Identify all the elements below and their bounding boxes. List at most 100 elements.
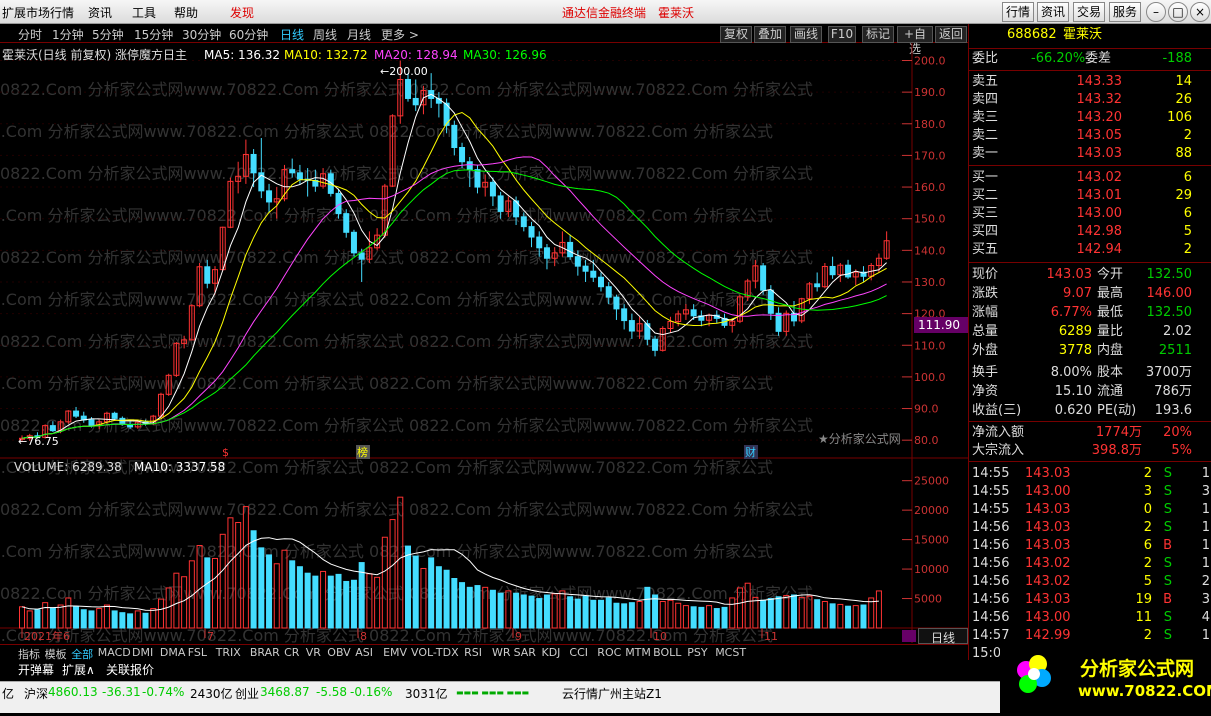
- period-60min[interactable]: 60分钟: [229, 26, 268, 43]
- stat-label: 今开: [1097, 267, 1124, 282]
- indicator-tab-vol-tdx[interactable]: VOL-TDX: [411, 646, 459, 659]
- indicator-tab-vr[interactable]: VR: [306, 646, 321, 659]
- stat-label: PE(动): [1097, 403, 1137, 418]
- indicator-tab-asi[interactable]: ASI: [355, 646, 373, 659]
- menu-tools[interactable]: 工具: [132, 4, 156, 21]
- volume-bar: [88, 610, 95, 629]
- indicator-tab-boll[interactable]: BOLL: [653, 646, 681, 659]
- indicator-tab-mcst[interactable]: MCST: [715, 646, 746, 659]
- back-button[interactable]: 返回: [935, 26, 967, 43]
- indicator-tab-psy[interactable]: PSY: [687, 646, 707, 659]
- watermark-text: 0822.Com 分析家公式网www.70822.Com 分析家公式 0822.…: [0, 164, 813, 183]
- stat-label: 收益(三): [972, 403, 1022, 418]
- mark-button[interactable]: 标记: [862, 26, 894, 43]
- period-1min[interactable]: 1分钟: [52, 26, 84, 43]
- candle-body: [845, 264, 852, 278]
- ask-price: 143.03: [1076, 146, 1123, 161]
- add-watchlist-button[interactable]: +自选: [897, 26, 933, 56]
- period-5min[interactable]: 5分钟: [92, 26, 124, 43]
- trade-button[interactable]: 交易: [1073, 2, 1105, 22]
- volume-bar: [821, 600, 828, 629]
- indicator-tab-wr[interactable]: WR: [492, 646, 511, 659]
- overlay-button[interactable]: 叠加: [754, 26, 786, 43]
- service-button[interactable]: 服务: [1109, 2, 1141, 22]
- volume-bar: [760, 599, 767, 629]
- menu-help[interactable]: 帮助: [174, 4, 198, 21]
- indicator-tab-mtm[interactable]: MTM: [625, 646, 651, 659]
- volume-bar: [443, 569, 450, 629]
- volume-bar: [652, 594, 659, 629]
- indicator-tab-cr[interactable]: CR: [284, 646, 299, 659]
- news-button[interactable]: 资讯: [1037, 2, 1069, 22]
- candle-body: [628, 320, 635, 332]
- indicator-tab-brar[interactable]: BRAR: [250, 646, 280, 659]
- flow-value: 398.8万: [1091, 443, 1142, 458]
- kline-chart[interactable]: 0822.Com 分析家公式网www.70822.Com 分析家公式 0822.…: [0, 43, 968, 643]
- volume-bar: [497, 592, 504, 629]
- indicator-tab-emv[interactable]: EMV: [383, 646, 407, 659]
- volume-bar: [628, 602, 635, 629]
- candle-body: [266, 190, 273, 203]
- volume-bar: [814, 599, 821, 629]
- tick-side: S: [1163, 484, 1172, 499]
- ask-price: 143.32: [1076, 92, 1123, 107]
- volume-bar: [845, 605, 852, 629]
- indicator-tab-fsl[interactable]: FSL: [188, 646, 207, 659]
- indicator-tab-kdj[interactable]: KDJ: [542, 646, 561, 659]
- indicator-tab-roc[interactable]: ROC: [597, 646, 621, 659]
- period-30min[interactable]: 30分钟: [182, 26, 221, 43]
- tick-side: S: [1163, 466, 1172, 481]
- menu-discover[interactable]: 发现: [230, 4, 254, 21]
- f10-button[interactable]: F10: [828, 26, 856, 43]
- close-icon[interactable]: ×: [1190, 2, 1210, 22]
- indicator-tab-rsi[interactable]: RSI: [464, 646, 482, 659]
- ask-volume: 88: [1175, 146, 1192, 161]
- period-minute-chart[interactable]: 分时: [18, 26, 42, 43]
- stat-value: 3778: [1058, 343, 1092, 358]
- ask-price: 143.20: [1076, 110, 1123, 125]
- extend-tab[interactable]: 扩展∧: [62, 661, 95, 678]
- barrage-tab[interactable]: 开弹幕: [18, 661, 54, 678]
- indicator-tab-dmi[interactable]: DMI: [132, 646, 153, 659]
- volume-bar: [675, 602, 682, 629]
- tick-time: 14:55: [972, 484, 1010, 499]
- draw-line-button[interactable]: 画线: [790, 26, 822, 43]
- indicator-tab-obv[interactable]: OBV: [327, 646, 350, 659]
- volume-bar: [536, 598, 543, 629]
- stat-value: 143.03: [1046, 267, 1093, 282]
- scroll-handle[interactable]: [902, 630, 916, 642]
- indicator-tab-trix[interactable]: TRIX: [216, 646, 241, 659]
- quote-button[interactable]: 行情: [1002, 2, 1034, 22]
- watermark-text: 0822.Com 分析家公式网www.70822.Com 分析家公式 0822.…: [0, 122, 773, 141]
- candle-body: [528, 226, 535, 238]
- candle-body: [119, 417, 126, 425]
- candle-body: [474, 169, 481, 188]
- candle-body: [605, 286, 612, 298]
- stat-label: 内盘: [1097, 343, 1124, 358]
- stat-label: 涨跌: [972, 286, 999, 301]
- tab-daily[interactable]: 日线: [918, 628, 968, 645]
- price-tick-label: 80.0: [914, 434, 939, 447]
- period-more[interactable]: 更多 >: [381, 26, 419, 43]
- minimize-icon[interactable]: –: [1146, 2, 1166, 22]
- month-label: 10: [653, 630, 667, 643]
- period-weekly[interactable]: 周线: [313, 26, 337, 43]
- indicator-tab-macd[interactable]: MACD: [98, 646, 131, 659]
- related-quote-tab[interactable]: 关联报价: [106, 661, 154, 678]
- price-tick-label: 180.0: [914, 118, 946, 131]
- stat-value: 15.10: [1054, 384, 1092, 399]
- watermark-caption: ★分析家公式网: [818, 431, 901, 446]
- period-monthly[interactable]: 月线: [347, 26, 371, 43]
- indicator-tab-cci[interactable]: CCI: [569, 646, 588, 659]
- volume-bar: [235, 522, 242, 629]
- indicator-tab-sar[interactable]: SAR: [514, 646, 536, 659]
- tick-count: 3: [1201, 484, 1210, 499]
- menu-news[interactable]: 资讯: [88, 4, 112, 21]
- period-15min[interactable]: 15分钟: [134, 26, 173, 43]
- volume-bar: [466, 586, 473, 629]
- indicator-tab-dma[interactable]: DMA: [160, 646, 186, 659]
- period-daily[interactable]: 日线: [280, 26, 304, 43]
- menu-extended-market[interactable]: 扩展市场行情: [2, 4, 74, 21]
- maximize-icon[interactable]: □: [1168, 2, 1188, 22]
- adjust-button[interactable]: 复权: [720, 26, 752, 43]
